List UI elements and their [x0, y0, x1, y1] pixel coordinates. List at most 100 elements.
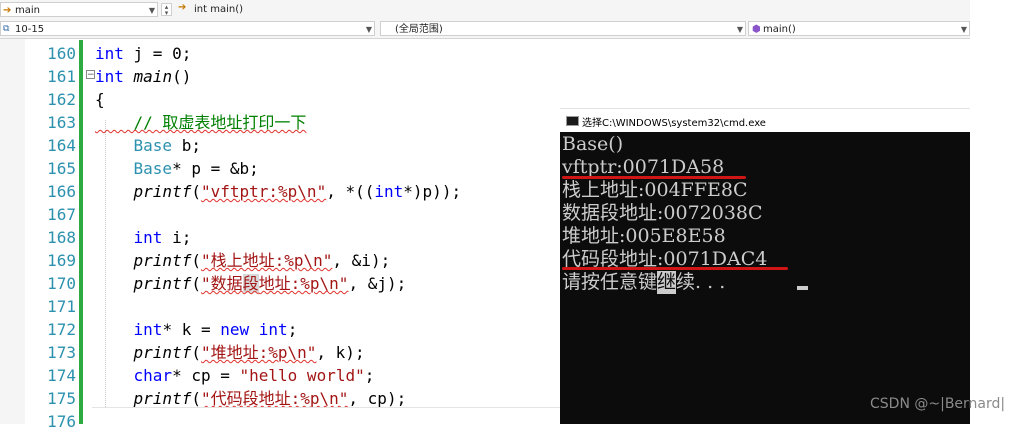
function-name: printf [95, 389, 192, 408]
code-line: int main() [95, 65, 191, 88]
code-text: ( [191, 251, 201, 270]
line-number: 161 [47, 67, 76, 86]
line-number: 175 [47, 389, 76, 408]
code-text: ( [191, 343, 201, 362]
code-line: printf("数据段地址:%p\n", &j); [95, 272, 406, 295]
code-text: j = 0; [123, 44, 192, 63]
red-underline-annotation [562, 267, 788, 270]
code-text: , &i); [332, 251, 391, 270]
type-name: Base [95, 159, 173, 178]
line-number: 162 [47, 90, 76, 109]
console-line: 栈上地址:004FFE8C [562, 179, 748, 201]
function-name: main [123, 67, 173, 86]
arrow-right-icon: ➔ [178, 2, 187, 13]
code-text: ( [191, 182, 201, 201]
line-number: 172 [47, 320, 76, 339]
console-line: 数据段地址:0072038C [562, 202, 763, 224]
chevron-down-icon: ▼ [365, 25, 372, 34]
code-text: * k = [162, 320, 221, 339]
code-text: ( [191, 274, 201, 293]
line-number: 168 [47, 228, 76, 247]
code-line: { [95, 90, 105, 109]
line-number: 176 [47, 412, 76, 431]
keyword: int [258, 320, 288, 339]
chevron-down-icon: ▼ [960, 25, 967, 34]
cmd-icon [566, 116, 579, 126]
navigation-bar: ➔ main ▼ ▴ ▾ ➔ int main() [0, 0, 970, 19]
line-number: 163 [47, 113, 76, 132]
scope-label: main [15, 5, 40, 16]
keyword: int [374, 182, 404, 201]
function-name: printf [95, 251, 192, 270]
code-text: , cp); [348, 389, 407, 408]
code-text: ( [191, 389, 201, 408]
nav-spinner[interactable]: ▴ ▾ [161, 3, 172, 17]
method-icon: ⬢ [752, 24, 761, 35]
code-text: , &j); [348, 274, 407, 293]
lines-dropdown[interactable]: ⧉ 10-15 ▼ [0, 21, 375, 36]
code-text: () [172, 67, 192, 86]
global-scope-label: (全局范围) [395, 24, 443, 35]
console-line: Base() [562, 133, 624, 155]
keyword: int [95, 44, 124, 63]
prompt-text: 续. . . [676, 271, 732, 293]
chevron-down-icon: ▼ [148, 6, 155, 15]
change-indicator [79, 40, 83, 424]
keyword: new [220, 320, 250, 339]
function-name: printf [95, 343, 192, 362]
keyword: int [95, 320, 163, 339]
code-line: Base* p = &b; [95, 157, 259, 180]
function-label[interactable]: int main() [194, 2, 243, 17]
function-name: printf [95, 274, 192, 293]
console-output[interactable]: Base() vftptr:0071DA58 栈上地址:004FFE8C 数据段… [560, 132, 970, 424]
code-text: * cp = [172, 366, 240, 385]
code-text: , *(( [326, 182, 375, 201]
code-line: printf("堆地址:%p\n", k); [95, 341, 365, 364]
string-literal: 地址:%p\n" [258, 274, 349, 293]
code-line: int i; [95, 226, 192, 249]
line-number: 166 [47, 182, 76, 201]
text-cursor [797, 286, 808, 290]
line-number: 164 [47, 136, 76, 155]
code-line: Base b; [95, 134, 201, 157]
code-line: int j = 0; [95, 42, 191, 65]
code-text: ; [364, 366, 375, 385]
editor-margin [0, 39, 25, 424]
console-titlebar[interactable]: 选择C:\WINDOWS\system32\cmd.exe [560, 108, 970, 133]
code-text: ; [287, 320, 298, 339]
line-number: 174 [47, 366, 76, 385]
prompt-text: 请按任意键 [562, 271, 658, 293]
red-underline-annotation [562, 176, 746, 179]
keyword: int [95, 228, 163, 247]
scope-dropdown[interactable]: ➔ main ▼ [0, 2, 158, 17]
code-text: i; [162, 228, 192, 247]
function-name: printf [95, 182, 192, 201]
string-literal: "hello world" [239, 366, 365, 385]
chevron-down-icon: ▼ [736, 25, 743, 34]
member-dropdown[interactable]: ⬢ main() ▼ [748, 21, 970, 36]
lines-label: 10-15 [15, 24, 45, 35]
comment-text: // 取虚表地址打印一下 [95, 113, 307, 132]
keyword: int [95, 67, 124, 86]
selection-block: 继 [657, 271, 677, 294]
code-line: printf("vftptr:%p\n", *((int*)p)); [95, 180, 462, 203]
line-number: 170 [47, 274, 76, 293]
console-prompt: 请按任意键继续. . . [562, 271, 731, 294]
code-text: * p = &b; [172, 159, 259, 178]
string-literal: "栈上地址:%p\n" [200, 251, 333, 270]
keyword: char [95, 366, 173, 385]
code-comment: // 取虚表地址打印一下 [95, 111, 307, 134]
member-label: main() [763, 24, 796, 35]
string-literal: "堆地址:%p\n" [200, 343, 317, 362]
line-number: 173 [47, 343, 76, 362]
code-line: char* cp = "hello world"; [95, 364, 375, 387]
string-literal: "vftptr:%p\n" [200, 182, 327, 201]
type-name: Base [95, 136, 173, 155]
code-text: b; [172, 136, 201, 155]
collapse-icon[interactable]: − [86, 70, 95, 80]
global-scope-dropdown[interactable]: (全局范围) ▼ [380, 21, 746, 36]
string-literal: "代码段地址:%p\n" [200, 389, 349, 408]
line-number: 171 [47, 297, 76, 316]
code-line: printf("栈上地址:%p\n", &i); [95, 249, 391, 272]
